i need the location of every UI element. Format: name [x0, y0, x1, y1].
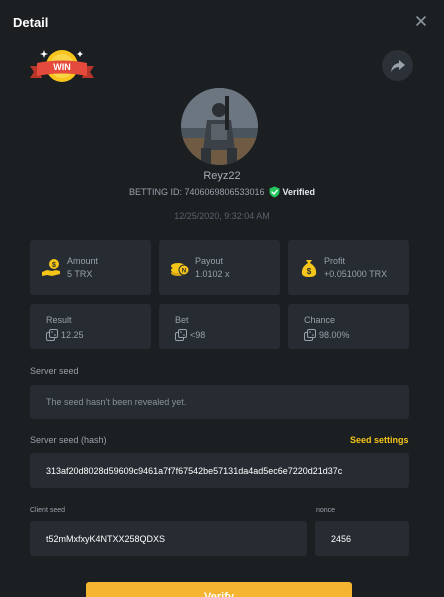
nonce-value: 2456 — [331, 533, 352, 544]
verified-badge: Verified — [269, 186, 316, 198]
server-seed-hash-label: Server seed (hash) — [30, 435, 107, 445]
server-seed-hash-field[interactable]: 313af20d8028d59609c9461a7f7f67542be57131… — [30, 453, 409, 488]
nonce-field[interactable]: 2456 — [315, 521, 409, 556]
username: Reyz22 — [203, 170, 241, 182]
profit-label: Profit — [324, 256, 346, 266]
verify-button[interactable]: Verify — [86, 582, 352, 597]
verified-shield-icon — [269, 186, 280, 198]
amount-value: 5 TRX — [67, 269, 93, 279]
svg-text:$: $ — [52, 262, 56, 269]
chance-value: 98.00% — [319, 330, 350, 340]
share-button[interactable] — [382, 50, 413, 81]
payout-value: 1.0102 x — [195, 269, 230, 279]
server-seed-field: The seed hasn't been revealed yet. — [30, 385, 409, 419]
share-icon — [390, 59, 405, 72]
dice-icon — [304, 329, 316, 341]
server-seed-value: The seed hasn't been revealed yet. — [46, 397, 187, 407]
modal-title: Detail — [13, 15, 49, 30]
coin-stack-icon: N — [171, 263, 190, 276]
money-hand-icon: $ — [42, 259, 60, 276]
win-badge: WIN — [28, 46, 96, 90]
close-icon[interactable] — [412, 12, 430, 30]
server-seed-label: Server seed — [30, 366, 79, 376]
verified-label: Verified — [282, 187, 316, 197]
dice-icon — [46, 329, 58, 341]
money-bag-icon: $ — [301, 260, 317, 277]
chance-label: Chance — [304, 315, 336, 325]
svg-text:$: $ — [307, 267, 312, 276]
win-badge-text: WIN — [53, 62, 71, 72]
seed-settings-link[interactable]: Seed settings — [350, 435, 409, 445]
avatar — [181, 88, 258, 165]
client-seed-field[interactable]: t52mMxfxyK4NTXX258QDXS — [30, 521, 307, 556]
profit-value: +0.051000 TRX — [324, 269, 388, 279]
payout-label: Payout — [195, 256, 224, 266]
payout-card: N Payout 1.0102 x — [159, 240, 280, 295]
profit-card: $ Profit +0.051000 TRX — [288, 240, 409, 295]
result-label: Result — [46, 315, 72, 325]
nonce-label: nonce — [316, 507, 336, 514]
server-seed-hash-value: 313af20d8028d59609c9461a7f7f67542be57131… — [46, 465, 343, 476]
chance-card: Chance 98.00% — [288, 304, 409, 349]
bet-timestamp: 12/25/2020, 9:32:04 AM — [174, 211, 270, 221]
client-seed-label: Client seed — [30, 507, 66, 514]
betting-id-row: BETTING ID: 7406069806533016 Verified — [0, 186, 444, 198]
svg-text:N: N — [182, 269, 186, 275]
modal-header: Detail — [0, 0, 444, 44]
bet-value: <98 — [190, 330, 206, 340]
result-value: 12.25 — [61, 330, 84, 340]
amount-label: Amount — [67, 256, 99, 266]
result-card: Result 12.25 — [30, 304, 151, 349]
amount-card: $ Amount 5 TRX — [30, 240, 151, 295]
betting-id: BETTING ID: 7406069806533016 — [128, 187, 265, 197]
client-seed-value: t52mMxfxyK4NTXX258QDXS — [46, 533, 166, 544]
dice-icon — [175, 329, 187, 341]
bet-card: Bet <98 — [159, 304, 280, 349]
bet-label: Bet — [175, 315, 189, 325]
